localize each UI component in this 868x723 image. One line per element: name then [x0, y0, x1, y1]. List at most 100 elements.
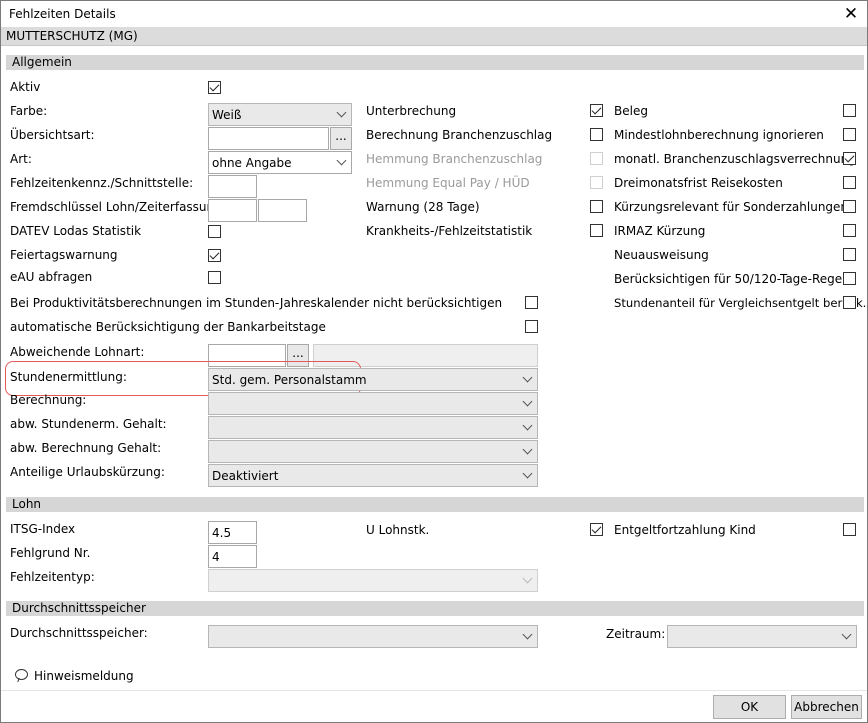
- urlaub-value: Deaktiviert: [212, 469, 279, 483]
- aktiv-label: Aktiv: [10, 80, 41, 94]
- eau-label: eAU abfragen: [10, 270, 93, 284]
- title-bar: Fehlzeiten Details ✕: [1, 1, 867, 27]
- monatl-label: monatl. Branchenzuschlagsverrechnung: [614, 152, 856, 166]
- chevron-down-icon: [336, 107, 347, 118]
- monatl-checkbox[interactable]: [843, 152, 856, 165]
- chevron-down-icon: [522, 629, 533, 640]
- dialog-window: Fehlzeiten Details ✕ MUTTERSCHUTZ (MG) A…: [0, 0, 868, 723]
- section-lohn: Lohn: [6, 497, 864, 512]
- produktiv-label: Bei Produktivitätsberechnungen im Stunde…: [10, 296, 503, 310]
- branchenzuschlag-checkbox[interactable]: [590, 128, 603, 141]
- produktiv-checkbox[interactable]: [525, 296, 538, 309]
- warnung-checkbox[interactable]: [590, 200, 603, 213]
- kuerzung-checkbox[interactable]: [843, 200, 856, 213]
- itsg-input[interactable]: 4.5: [208, 521, 257, 544]
- aktiv-checkbox[interactable]: [208, 81, 221, 94]
- chevron-down-icon: [522, 420, 533, 431]
- uebersichtsart-label: Übersichtsart:: [10, 128, 95, 142]
- fehlgrund-label: Fehlgrund Nr.: [10, 546, 91, 560]
- chevron-down-icon: [522, 396, 533, 407]
- u-lohnstk-label: U Lohnstk.: [366, 523, 430, 537]
- farbe-label: Farbe:: [10, 104, 48, 118]
- speicher-select[interactable]: [208, 625, 538, 648]
- fehlzeitentyp-label: Fehlzeitentyp:: [10, 570, 95, 584]
- fehlzeitentyp-select: [208, 569, 538, 592]
- abw-stunden-select[interactable]: [208, 416, 538, 439]
- unterbrechung-label: Unterbrechung: [366, 104, 457, 118]
- krankheit-label: Krankheits-/Fehlzeitstatistik: [366, 224, 533, 238]
- record-header: MUTTERSCHUTZ (MG): [1, 27, 867, 46]
- regel-checkbox[interactable]: [843, 272, 856, 285]
- abw-stunden-label: abw. Stundenerm. Gehalt:: [10, 417, 167, 431]
- feiertag-label: Feiertagswarnung: [10, 248, 118, 262]
- speicher-label: Durchschnittsspeicher:: [10, 626, 148, 640]
- footer-divider: [1, 690, 867, 691]
- krankheit-checkbox[interactable]: [590, 224, 603, 237]
- itsg-label: ITSG-Index: [10, 522, 76, 536]
- mindestlohn-checkbox[interactable]: [843, 128, 856, 141]
- datev-checkbox[interactable]: [208, 225, 221, 238]
- kuerzung-label: Kürzungsrelevant für Sonderzahlungen: [614, 200, 849, 214]
- kennz-input[interactable]: [208, 175, 257, 198]
- berechnung-select[interactable]: [208, 392, 538, 415]
- abw-berechnung-select[interactable]: [208, 440, 538, 463]
- warnung-label: Warnung (28 Tage): [366, 200, 480, 214]
- abw-lohnart-label: Abweichende Lohnart:: [10, 345, 145, 359]
- fremd-input-1[interactable]: [208, 199, 257, 222]
- section-title: Lohn: [12, 497, 42, 511]
- unterbrechung-checkbox[interactable]: [590, 104, 603, 117]
- section-allgemein: Allgemein: [6, 55, 864, 70]
- ok-button[interactable]: OK: [713, 695, 786, 719]
- kennz-label: Fehlzeitenkennz./Schnittstelle:: [10, 176, 194, 190]
- uebersichtsart-browse-button[interactable]: ...: [330, 127, 352, 150]
- chevron-down-icon: [336, 155, 347, 166]
- hinweis-link[interactable]: Hinweismeldung: [34, 669, 134, 683]
- art-label: Art:: [10, 152, 32, 166]
- stundenanteil-label: Stundenanteil für Vergleichsentgelt berü…: [614, 296, 867, 310]
- hemmung-branchen-label: Hemmung Branchenzuschlag: [366, 152, 543, 166]
- close-icon[interactable]: ✕: [837, 3, 865, 25]
- stundenermittlung-label: Stundenermittlung:: [10, 370, 127, 384]
- section-title: Allgemein: [12, 55, 72, 69]
- regel-label: Berücksichtigen für 50/120-Tage-Regel: [614, 272, 846, 286]
- art-value: ohne Angabe: [212, 156, 292, 170]
- chevron-down-icon: [522, 468, 533, 479]
- dreimonat-label: Dreimonatsfrist Reisekosten: [614, 176, 783, 190]
- feiertag-checkbox[interactable]: [208, 249, 221, 262]
- chevron-down-icon: [522, 444, 533, 455]
- u-lohnstk-checkbox[interactable]: [590, 523, 603, 536]
- dreimonat-checkbox[interactable]: [843, 176, 856, 189]
- fremd-input-2[interactable]: [258, 199, 307, 222]
- zeitraum-label: Zeitraum:: [606, 627, 666, 641]
- farbe-select[interactable]: Weiß: [208, 103, 352, 126]
- hemmung-equal-label: Hemmung Equal Pay / HÜD: [366, 176, 530, 190]
- urlaub-select[interactable]: Deaktiviert: [208, 464, 538, 487]
- zeitraum-select[interactable]: [667, 625, 857, 648]
- entgelt-checkbox[interactable]: [843, 523, 856, 536]
- chevron-down-icon: [522, 573, 533, 584]
- uebersichtsart-input[interactable]: [208, 127, 329, 150]
- irmaz-label: IRMAZ Kürzung: [614, 224, 706, 238]
- fremd-label: Fremdschlüssel Lohn/Zeiterfassung:: [10, 200, 226, 214]
- chevron-down-icon: [841, 629, 852, 640]
- beleg-label: Beleg: [614, 104, 648, 118]
- urlaub-label: Anteilige Urlaubskürzung:: [10, 465, 165, 479]
- art-select[interactable]: ohne Angabe: [208, 151, 352, 174]
- stundenermittlung-select[interactable]: Std. gem. Personalstamm: [208, 368, 538, 391]
- beleg-checkbox[interactable]: [843, 104, 856, 117]
- cancel-button[interactable]: Abbrechen: [791, 695, 862, 719]
- stundenermittlung-value: Std. gem. Personalstamm: [212, 373, 367, 387]
- branchenzuschlag-label: Berechnung Branchenzuschlag: [366, 128, 553, 142]
- stundenanteil-checkbox[interactable]: [843, 296, 856, 309]
- eau-checkbox[interactable]: [208, 271, 221, 284]
- neuausweisung-label: Neuausweisung: [614, 248, 709, 262]
- irmaz-checkbox[interactable]: [843, 224, 856, 237]
- speech-bubble-icon: [15, 669, 28, 680]
- fehlgrund-input[interactable]: 4: [208, 545, 257, 568]
- bankarbeit-label: automatische Berücksichtigung der Bankar…: [10, 320, 326, 334]
- berechnung-label: Berechnung:: [10, 393, 87, 407]
- hemmung-equal-checkbox: [590, 176, 603, 189]
- bankarbeit-checkbox[interactable]: [525, 320, 538, 333]
- record-title: MUTTERSCHUTZ (MG): [6, 29, 138, 43]
- neuausweisung-checkbox[interactable]: [843, 248, 856, 261]
